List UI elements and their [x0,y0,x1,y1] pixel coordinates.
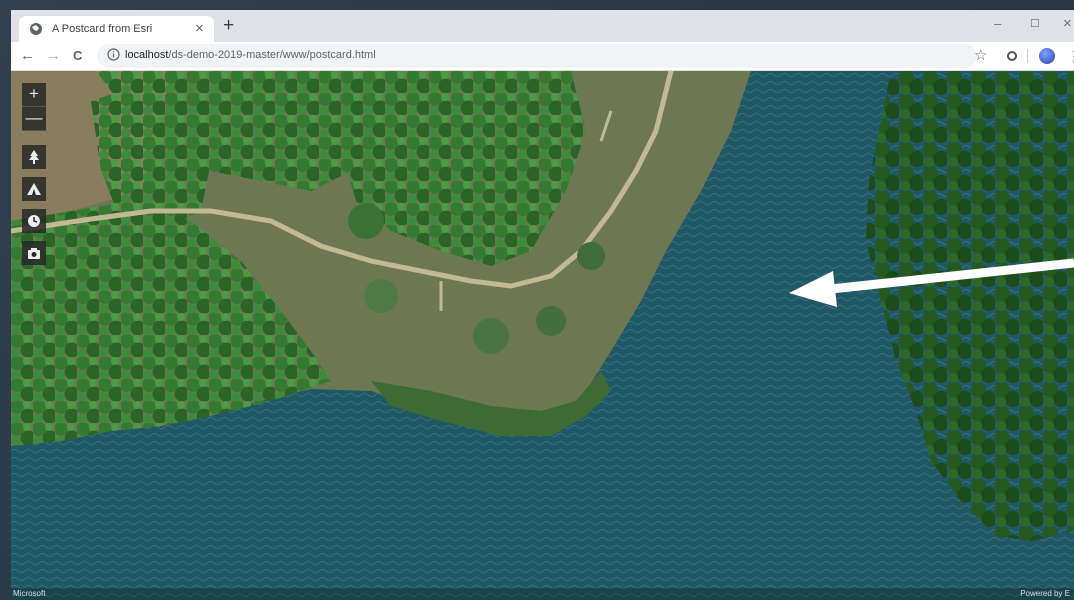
tab-close-button[interactable]: × [195,19,204,39]
camera-tool-button[interactable] [22,241,46,265]
url-text[interactable]: localhost/ds-demo-2019-master/www/postca… [125,49,376,61]
profile-avatar[interactable] [1039,48,1055,64]
camping-tool-button[interactable] [22,177,46,201]
satellite-imagery [11,71,1074,600]
new-tab-button[interactable]: + [223,15,234,37]
url-host: localhost [125,49,169,61]
menu-dots-icon[interactable]: ⋮ [1067,48,1074,65]
extension-icon[interactable] [1007,51,1017,61]
map-view[interactable]: + — Microsoft Powered by E [11,71,1074,600]
navigation-toolbar: ← → C localhost/ds-demo-2019-master/www/… [11,42,1074,71]
camera-icon [28,248,40,259]
clock-tool-button[interactable] [22,209,46,233]
tree-icon [29,150,39,164]
tab-title: A Postcard from Esri [52,23,153,35]
window-close-button[interactable]: × [1063,14,1072,34]
maximize-button[interactable]: ☐ [1030,14,1040,34]
clock-icon [28,215,40,227]
browser-window: A Postcard from Esri × + – ☐ × ← → C loc… [11,10,1074,600]
url-path: /ds-demo-2019-master/www/postcard.html [168,49,376,61]
info-icon[interactable] [107,48,120,61]
minimize-button[interactable]: – [994,14,1001,34]
tab-strip: A Postcard from Esri × + – ☐ × [11,10,1074,42]
bookmark-star-icon[interactable]: ☆ [974,46,987,66]
zoom-control: + — [22,83,46,131]
attribution-bar: Microsoft Powered by E [11,588,1074,600]
tree-tool-button[interactable] [22,145,46,169]
zoom-out-button[interactable]: — [22,107,46,131]
address-bar[interactable]: localhost/ds-demo-2019-master/www/postca… [97,44,977,68]
forward-button[interactable]: → [46,46,61,66]
reload-button[interactable]: C [73,46,82,66]
tab-postcard[interactable]: A Postcard from Esri × [19,16,214,42]
back-button[interactable]: ← [20,46,35,66]
attribution-text[interactable]: Microsoft [13,589,45,598]
globe-icon [30,23,42,35]
powered-by-text[interactable]: Powered by E [1020,589,1070,598]
toolbar-divider [1027,49,1028,63]
tent-icon [27,183,41,195]
zoom-in-button[interactable]: + [22,83,46,107]
